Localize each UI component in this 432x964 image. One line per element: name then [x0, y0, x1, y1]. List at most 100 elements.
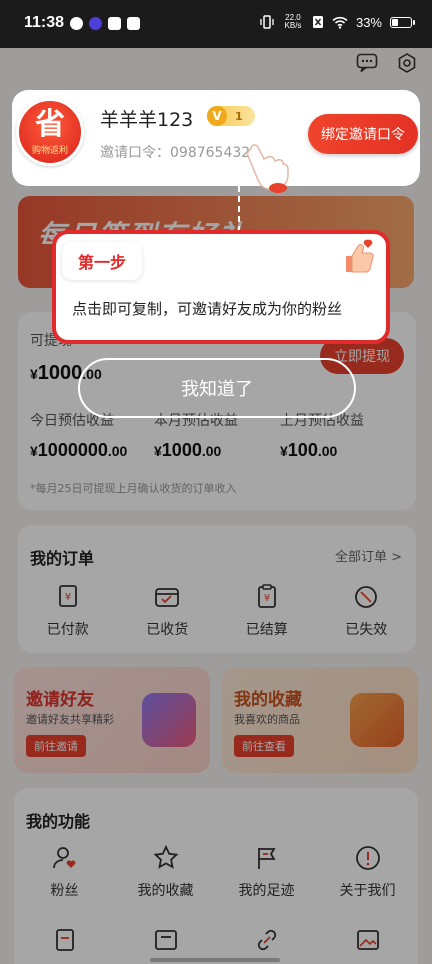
order-received[interactable]: 已收货 — [118, 583, 218, 639]
paid-icon: ¥ — [58, 585, 77, 607]
currency-symbol: ¥ — [30, 443, 38, 459]
profile-card: 省 购物返利 羊羊羊123 V 1 邀请口令：098765432 绑定邀请口令 — [12, 90, 420, 186]
function-about[interactable]: 关于我们 — [317, 844, 418, 900]
function-footprints-label: 我的足迹 — [238, 883, 295, 899]
status-right: 22.0 KB/s 33% — [260, 14, 415, 30]
vip-icon: V — [207, 106, 227, 126]
invite-code-value: 098765432 — [170, 145, 251, 161]
all-orders-link[interactable]: 全部订单 > — [335, 546, 402, 565]
app-notification-icon — [70, 17, 83, 30]
username: 羊羊羊123 — [100, 109, 194, 131]
today-earnings-value: 1000000 — [37, 440, 108, 460]
functions-title: 我的功能 — [26, 812, 91, 831]
media-notification-icon — [89, 17, 102, 30]
invite-friends-subtitle: 邀请好友共享精彩 — [26, 713, 114, 726]
pointing-hand-icon — [246, 144, 289, 193]
withdrawable-value: 1000 — [37, 362, 83, 384]
order-status-grid: ¥ 已付款 已收货 ¥ 已结算 已失效 — [18, 583, 416, 639]
no-sim-icon — [312, 16, 323, 28]
home-indicator[interactable] — [150, 958, 280, 962]
vibrate-icon — [260, 15, 274, 29]
wifi-icon — [332, 16, 348, 29]
battery-fill — [392, 18, 398, 26]
got-it-button[interactable]: 我知道了 — [78, 358, 356, 418]
link-icon — [257, 929, 276, 951]
battery-icon — [390, 16, 415, 28]
guide-connector — [238, 186, 240, 232]
last-month-earnings-amount: ¥100.00 — [280, 440, 337, 461]
thumbs-up-icon — [346, 239, 374, 273]
function-refund[interactable] — [14, 926, 115, 954]
mail-notification-icon — [127, 17, 140, 30]
function-favorites-label: 我的收藏 — [137, 883, 194, 899]
function-fans[interactable]: 粉丝 — [14, 844, 115, 900]
go-view-button[interactable]: 前往查看 — [234, 735, 294, 757]
avatar[interactable]: 省 购物返利 — [16, 98, 84, 166]
function-image[interactable] — [317, 926, 418, 954]
orders-section: 我的订单 全部订单 > ¥ 已付款 已收货 ¥ 已结算 已失效 — [18, 525, 416, 653]
function-fans-label: 粉丝 — [50, 883, 79, 899]
step-badge: 第一步 — [62, 242, 142, 280]
function-link[interactable] — [216, 926, 317, 954]
go-invite-button[interactable]: 前往邀请 — [26, 735, 86, 757]
last-month-earnings-cents: .00 — [317, 443, 338, 459]
star-box-icon — [350, 693, 404, 747]
settled-icon: ¥ — [257, 584, 276, 608]
order-paid-label: 已付款 — [46, 622, 89, 638]
orders-title: 我的订单 — [30, 549, 95, 568]
today-earnings-cents: .00 — [107, 443, 128, 459]
guide-text: 点击即可复制，可邀请好友成为你的粉丝 — [72, 300, 343, 318]
my-favorites-title: 我的收藏 — [234, 690, 302, 710]
invite-friends-card[interactable]: 邀请好友 邀请好友共享精彩 前往邀请 — [14, 667, 210, 773]
star-icon — [152, 844, 179, 869]
gear-icon — [398, 53, 416, 73]
order-paid[interactable]: ¥ 已付款 — [18, 583, 118, 639]
function-orders[interactable] — [115, 926, 216, 954]
flag-icon — [257, 848, 276, 869]
svg-text:¥: ¥ — [264, 593, 270, 604]
last-month-earnings-value: 100 — [287, 440, 318, 460]
document-return-icon — [55, 929, 74, 951]
my-favorites-subtitle: 我喜欢的商品 — [234, 713, 300, 726]
image-icon — [356, 930, 379, 950]
message-icon — [356, 53, 378, 73]
my-favorites-card[interactable]: 我的收藏 我喜欢的商品 前往查看 — [222, 667, 418, 773]
top-actions — [354, 50, 420, 76]
function-favorites[interactable]: 我的收藏 — [115, 844, 216, 900]
withdraw-note: *每月25日可提现上月确认收货的订单收入 — [30, 482, 237, 495]
notification-icons — [70, 17, 140, 30]
status-bar: 11:38 22.0 KB/s 33% — [0, 0, 432, 48]
function-footprints[interactable]: 我的足迹 — [216, 844, 317, 900]
net-speed-unit: KB/s — [284, 21, 302, 30]
vip-level: 1 — [235, 109, 243, 123]
message-button[interactable] — [354, 50, 380, 76]
order-invalid[interactable]: 已失效 — [317, 583, 417, 639]
invite-code[interactable]: 邀请口令：098765432 — [100, 142, 250, 162]
status-time: 11:38 — [24, 14, 65, 31]
invalid-icon — [355, 586, 378, 608]
net-speed: 22.0 KB/s — [282, 14, 304, 30]
received-icon — [155, 588, 180, 607]
settings-button[interactable] — [394, 50, 420, 76]
functions-grid: 粉丝 我的收藏 我的足迹 关于我们 — [14, 844, 418, 900]
svg-text:¥: ¥ — [65, 592, 71, 603]
order-received-label: 已收货 — [146, 622, 189, 638]
currency-symbol: ¥ — [154, 443, 162, 459]
currency-symbol: ¥ — [280, 443, 288, 459]
today-earnings-amount: ¥1000000.00 — [30, 440, 127, 461]
order-settled[interactable]: ¥ 已结算 — [217, 583, 317, 639]
month-earnings-value: 1000 — [161, 440, 202, 460]
bind-invite-code-button[interactable]: 绑定邀请口令 — [308, 114, 418, 154]
month-earnings-amount: ¥1000.00 — [154, 440, 221, 461]
avatar-text: 省 — [35, 106, 65, 142]
avatar-subtext: 购物返利 — [31, 145, 68, 156]
currency-symbol: ¥ — [30, 366, 38, 382]
invite-code-label: 邀请口令： — [100, 145, 170, 161]
order-invalid-label: 已失效 — [345, 622, 388, 638]
month-earnings-cents: .00 — [201, 443, 222, 459]
fans-icon — [52, 847, 75, 869]
info-icon — [355, 846, 380, 870]
functions-grid-row2 — [14, 926, 418, 954]
battery-percent: 33% — [355, 14, 382, 30]
vip-badge: V 1 — [207, 106, 255, 126]
